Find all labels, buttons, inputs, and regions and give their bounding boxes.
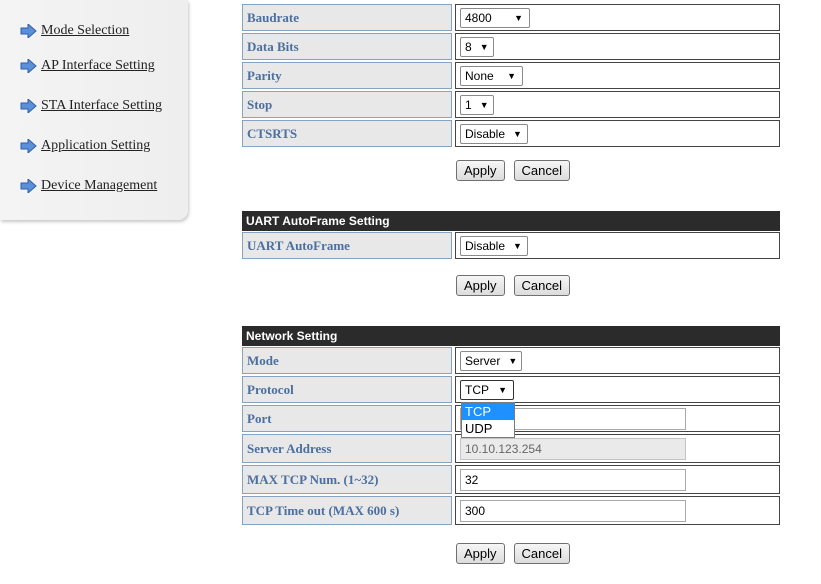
- table-row: MAX TCP Num. (1~32) 32: [242, 464, 780, 495]
- baudrate-value: 4800: [465, 10, 492, 25]
- nav-ap-interface-setting[interactable]: AP Interface Setting: [20, 55, 155, 77]
- stop-cell: 1 ▼: [455, 91, 780, 118]
- nav-sta-interface-setting[interactable]: STA Interface Setting: [20, 95, 162, 117]
- tcp-timeout-input[interactable]: 300: [460, 499, 686, 522]
- protocol-cell: TCP ▼: [455, 376, 780, 403]
- data-bits-select[interactable]: 8 ▼: [460, 36, 494, 57]
- caret-down-icon: ▼: [513, 128, 522, 139]
- table-row: Data Bits 8 ▼: [242, 32, 780, 61]
- nav-mode-selection[interactable]: Mode Selection: [20, 20, 129, 42]
- caret-down-icon: ▼: [479, 41, 489, 52]
- mode-cell: Server ▼: [455, 347, 780, 374]
- ctsrts-value: Disable: [465, 126, 506, 141]
- tcp-timeout-label: TCP Time out (MAX 600 s): [242, 496, 452, 525]
- uart-cancel-button[interactable]: Cancel: [513, 160, 570, 181]
- autoframe-cancel-button[interactable]: Cancel: [513, 275, 570, 296]
- tcp-timeout-cell: 300: [455, 496, 780, 525]
- arrow-right-icon: [20, 24, 37, 38]
- mode-label: Mode: [242, 347, 452, 374]
- server-address-cell: 10.10.123.254: [455, 434, 780, 463]
- nav-label: AP Interface Setting: [41, 58, 155, 73]
- nav-application-setting[interactable]: Application Setting: [20, 135, 150, 157]
- caret-down-icon: ▼: [479, 99, 489, 110]
- caret-down-icon: ▼: [507, 70, 516, 81]
- baudrate-select[interactable]: 4800 ▼: [460, 7, 530, 28]
- protocol-option-tcp[interactable]: TCP: [462, 403, 514, 420]
- parity-cell: None ▼: [455, 62, 780, 89]
- caret-down-icon: ▼: [514, 12, 523, 23]
- data-bits-label: Data Bits: [242, 33, 452, 60]
- arrow-right-icon: [20, 179, 37, 193]
- autoframe-value: Disable: [465, 238, 506, 253]
- max-tcp-label: MAX TCP Num. (1~32): [242, 465, 452, 494]
- table-row: CTSRTS Disable ▼: [242, 119, 780, 148]
- nav-label: Mode Selection: [41, 23, 130, 38]
- parity-value: None: [465, 68, 494, 83]
- table-row: Stop 1 ▼: [242, 90, 780, 119]
- arrow-right-icon: [20, 99, 37, 113]
- autoframe-select[interactable]: Disable ▼: [460, 235, 528, 256]
- uart-apply-button[interactable]: Apply: [456, 160, 505, 181]
- nav-device-management[interactable]: Device Management: [20, 175, 157, 197]
- caret-down-icon: ▼: [508, 355, 518, 366]
- protocol-select[interactable]: TCP ▼: [460, 379, 514, 400]
- server-address-label: Server Address: [242, 434, 452, 463]
- data-bits-cell: 8 ▼: [455, 33, 780, 60]
- port-label: Port: [242, 405, 452, 432]
- autoframe-section-header: UART AutoFrame Setting: [242, 211, 780, 231]
- table-row: UART AutoFrame Disable ▼: [242, 231, 780, 260]
- ctsrts-select[interactable]: Disable ▼: [460, 123, 528, 144]
- protocol-label: Protocol: [242, 376, 452, 403]
- table-row: Parity None ▼: [242, 61, 780, 90]
- caret-down-icon: ▼: [498, 384, 507, 395]
- data-bits-value: 8: [465, 39, 472, 54]
- baudrate-label: Baudrate: [242, 4, 452, 31]
- nav-label: STA Interface Setting: [41, 98, 162, 113]
- ctsrts-cell: Disable ▼: [455, 120, 780, 147]
- network-cancel-button[interactable]: Cancel: [513, 543, 570, 564]
- table-row: Protocol TCP ▼: [242, 375, 780, 404]
- uart-settings-table: Baudrate 4800 ▼ Data Bits 8 ▼ Parity None ▼…: [242, 3, 780, 148]
- parity-select[interactable]: None ▼: [460, 65, 523, 86]
- mode-select[interactable]: Server ▼: [460, 350, 522, 371]
- nav-label: Application Setting: [41, 138, 151, 153]
- autoframe-button-row: Apply Cancel: [456, 275, 570, 296]
- autoframe-cell: Disable ▼: [455, 232, 780, 259]
- autoframe-apply-button[interactable]: Apply: [456, 275, 505, 296]
- table-row: TCP Time out (MAX 600 s) 300: [242, 495, 780, 526]
- nav-label: Device Management: [41, 178, 158, 193]
- network-button-row: Apply Cancel: [456, 543, 570, 564]
- baudrate-cell: 4800 ▼: [455, 4, 780, 31]
- table-row: Baudrate 4800 ▼: [242, 3, 780, 32]
- stop-value: 1: [465, 97, 472, 112]
- uart-button-row: Apply Cancel: [456, 160, 570, 181]
- network-section-header: Network Setting: [242, 326, 780, 346]
- autoframe-label: UART AutoFrame: [242, 232, 452, 259]
- caret-down-icon: ▼: [513, 240, 522, 251]
- network-apply-button[interactable]: Apply: [456, 543, 505, 564]
- sidebar: Mode Selection AP Interface Setting STA …: [0, 0, 188, 220]
- max-tcp-input[interactable]: 32: [460, 468, 686, 491]
- protocol-dropdown-list: TCP UDP: [461, 402, 515, 438]
- autoframe-table: UART AutoFrame Setting UART AutoFrame Di…: [242, 211, 780, 260]
- arrow-right-icon: [20, 59, 37, 73]
- protocol-option-udp[interactable]: UDP: [462, 420, 514, 437]
- arrow-right-icon: [20, 139, 37, 153]
- max-tcp-cell: 32: [455, 465, 780, 494]
- parity-label: Parity: [242, 62, 452, 89]
- stop-select[interactable]: 1 ▼: [460, 94, 494, 115]
- stop-label: Stop: [242, 91, 452, 118]
- ctsrts-label: CTSRTS: [242, 120, 452, 147]
- table-row: Mode Server ▼: [242, 346, 780, 375]
- server-address-input[interactable]: 10.10.123.254: [460, 437, 686, 460]
- mode-value: Server: [465, 353, 501, 368]
- protocol-value: TCP: [465, 382, 489, 397]
